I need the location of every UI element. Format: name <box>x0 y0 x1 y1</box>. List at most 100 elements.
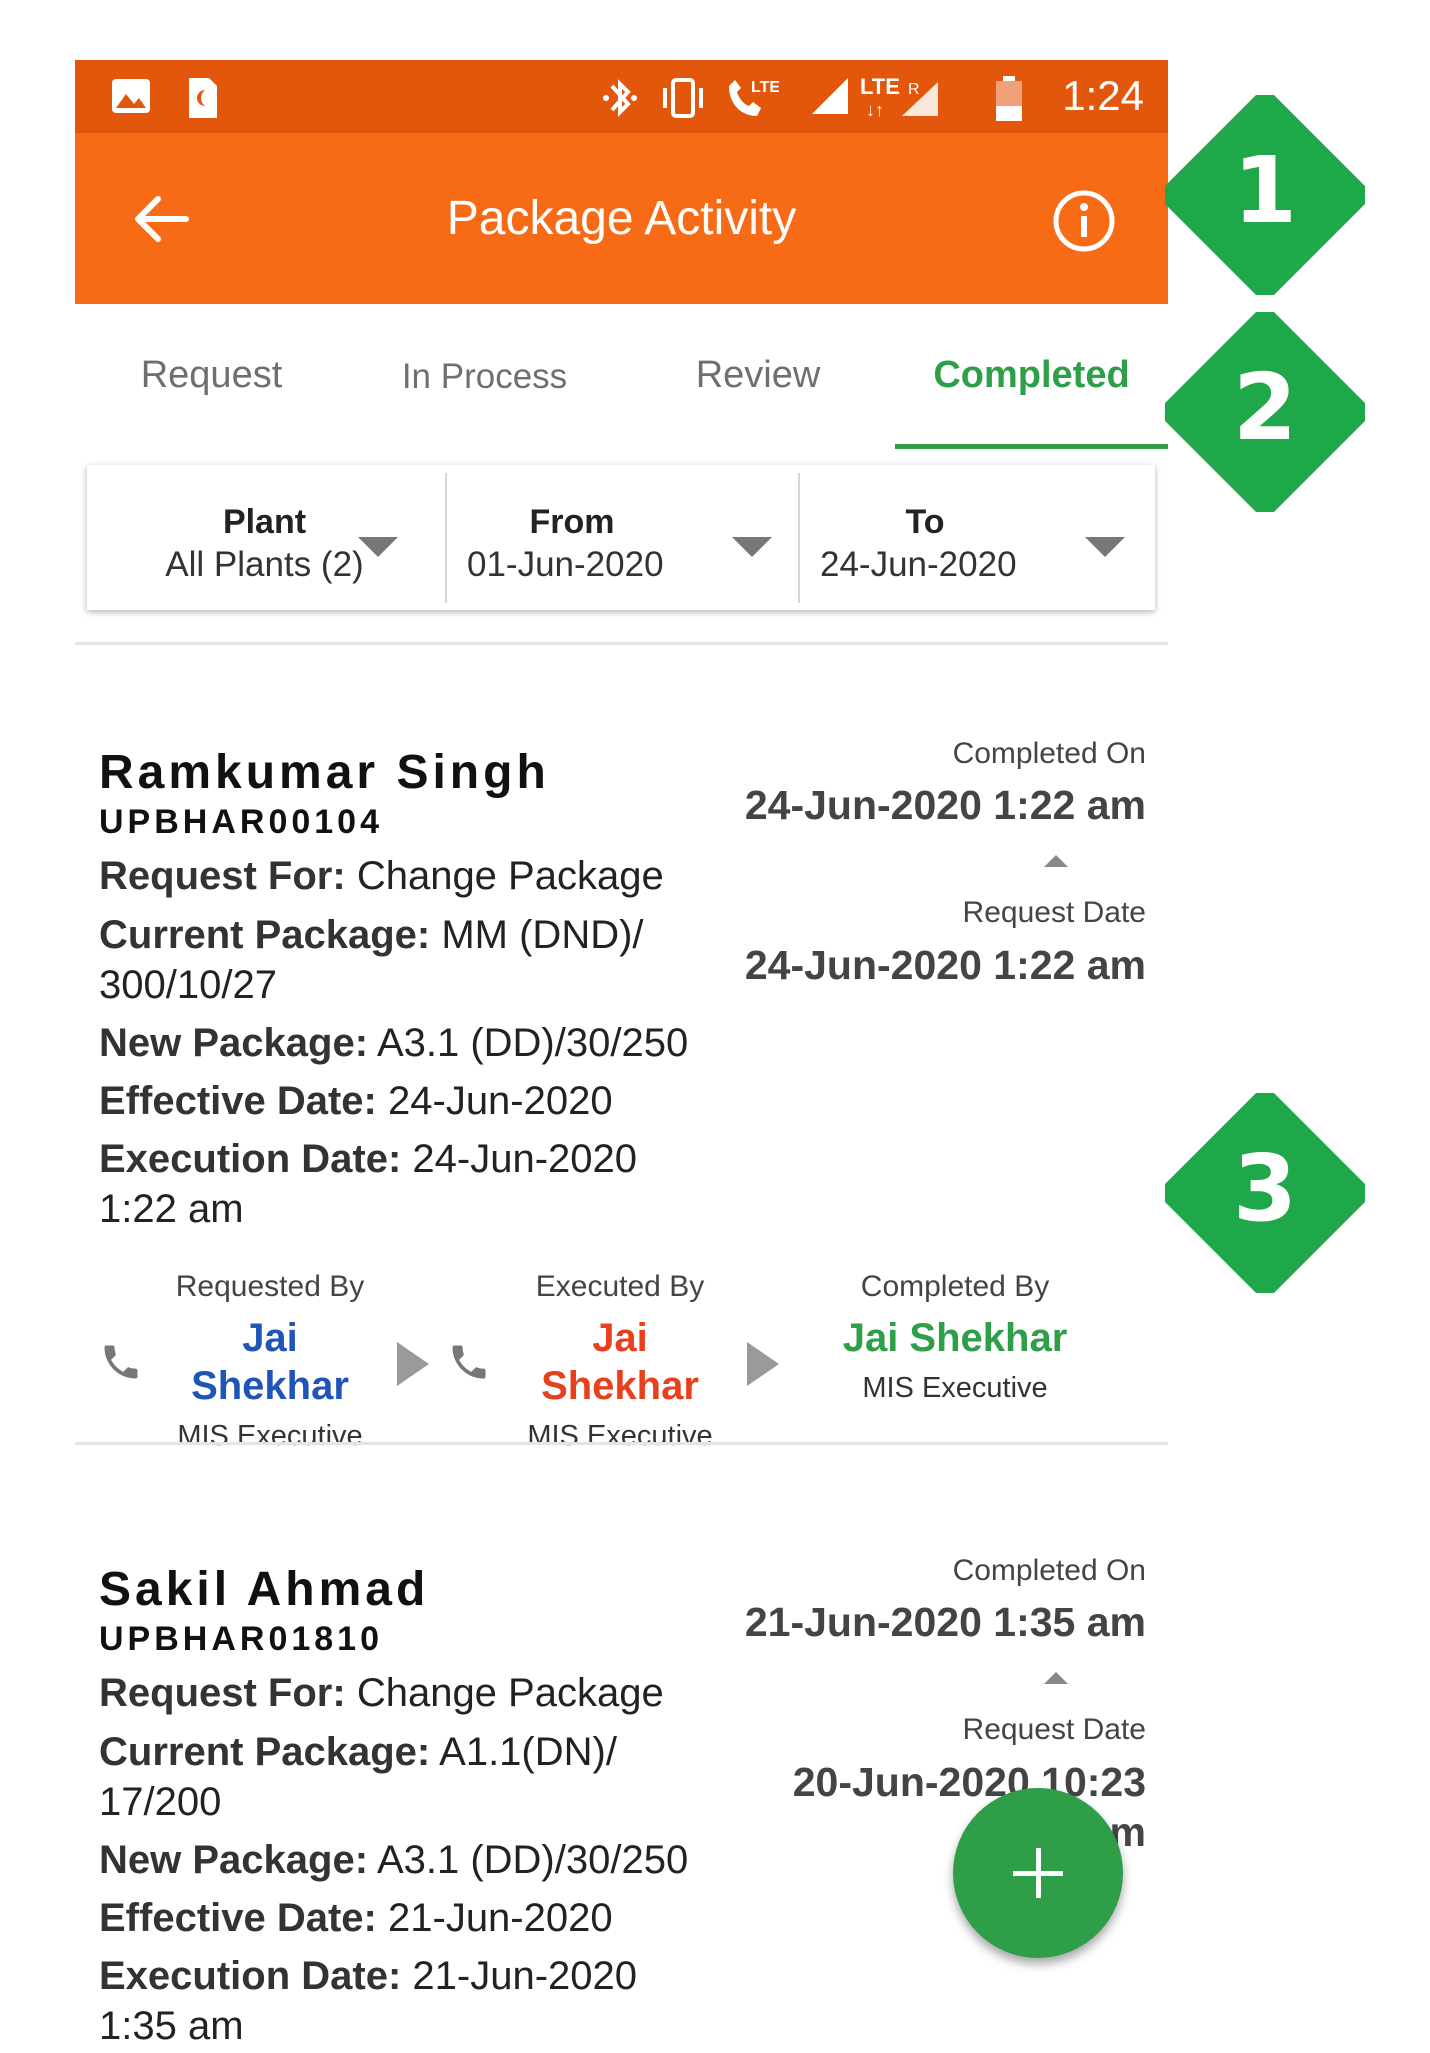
current-package-field: Current Package: MM (DND)/ 300/10/27 <box>99 910 699 1010</box>
chevron-down-icon <box>358 537 398 557</box>
wifi-call-icon: LTE <box>729 79 779 116</box>
new-package-field: New Package: A3.1 (DD)/30/250 <box>99 1835 749 1885</box>
new-package-field: New Package: A3.1 (DD)/30/250 <box>99 1018 749 1068</box>
executed-by: Executed By Jai Shekhar MIS Executive <box>510 1270 730 1453</box>
signal-lte-icon: LTE ↓↑ R <box>860 76 938 120</box>
field-value: A3.1 (DD)/30/250 <box>376 1021 689 1065</box>
battery-icon <box>996 76 1022 121</box>
callout-number: 2 <box>1232 354 1297 461</box>
customer-name: Ramkumar Singh <box>99 746 550 799</box>
field-label: New Package: <box>99 1021 369 1065</box>
svg-text:LTE: LTE <box>860 76 900 99</box>
play-arrow-icon <box>397 1342 429 1386</box>
tab-review[interactable]: Review <box>621 354 895 397</box>
from-date-filter[interactable]: From 01-Jun-2020 <box>447 465 797 610</box>
callout-marker-1: 1 <box>1161 91 1369 299</box>
to-filter-value: 24-Jun-2020 <box>820 545 1017 584</box>
phone-icon[interactable] <box>447 1340 491 1384</box>
completed-on-value: 21-Jun-2020 1:35 am <box>744 1599 1146 1645</box>
phone-screen: LTE LTE ↓↑ R 1:24 Package Activity Reque… <box>75 60 1168 2053</box>
field-label: New Package: <box>99 1838 369 1882</box>
completed-by-name[interactable]: Jai Shekhar <box>835 1314 1075 1362</box>
field-label: Current Package: <box>99 913 431 957</box>
plant-filter[interactable]: Plant All Plants (2) <box>87 465 442 610</box>
field-label: Execution Date: <box>99 1137 402 1181</box>
to-filter-label: To <box>905 503 945 541</box>
chevron-down-icon <box>732 537 772 557</box>
request-date-label: Request Date <box>962 1713 1146 1746</box>
executed-by-label: Executed By <box>535 1270 705 1303</box>
divider <box>75 1442 1168 1445</box>
from-filter-label: From <box>529 503 615 541</box>
info-icon[interactable] <box>1052 189 1116 253</box>
app-toolbar: Package Activity <box>75 133 1168 304</box>
tab-bar: Request In Process Review Completed <box>75 304 1168 449</box>
field-label: Effective Date: <box>99 1079 377 1123</box>
field-label: Request For: <box>99 854 346 898</box>
from-filter-value: 01-Jun-2020 <box>467 545 664 584</box>
requested-by-role: MIS Executive <box>177 1420 363 1452</box>
sim-icon <box>189 78 217 118</box>
field-value: 24-Jun-2020 <box>388 1079 613 1123</box>
filter-bar: Plant All Plants (2) From 01-Jun-2020 To… <box>87 465 1155 610</box>
to-date-filter[interactable]: To 24-Jun-2020 <box>800 465 1155 610</box>
callout-marker-3: 3 <box>1161 1089 1369 1297</box>
completed-by: Completed By Jai Shekhar MIS Executive <box>835 1270 1075 1405</box>
tab-completed[interactable]: Completed <box>895 354 1168 397</box>
executed-by-name[interactable]: Jai Shekhar <box>510 1314 730 1410</box>
customer-code: UPBHAR00104 <box>99 803 383 841</box>
completed-on-value: 24-Jun-2020 1:22 am <box>744 782 1146 828</box>
svg-text:↓↑: ↓↑ <box>866 100 884 120</box>
caret-up-icon <box>1044 1672 1068 1684</box>
bluetooth-icon <box>603 79 637 117</box>
completed-by-label: Completed By <box>860 1270 1050 1303</box>
tab-request[interactable]: Request <box>75 354 348 397</box>
completed-on-label: Completed On <box>952 737 1146 770</box>
current-package-field: Current Package: A1.1(DN)/ 17/200 <box>99 1727 659 1827</box>
image-icon <box>112 79 150 113</box>
requested-by-name[interactable]: Jai Shekhar <box>160 1314 380 1410</box>
activity-card[interactable]: Ramkumar Singh UPBHAR00104 Request For: … <box>75 645 1168 1502</box>
tab-in-process[interactable]: In Process <box>348 357 621 397</box>
request-for-field: Request For: Change Package <box>99 1668 749 1718</box>
active-tab-indicator <box>895 444 1168 449</box>
status-bar: LTE LTE ↓↑ R 1:24 <box>75 60 1168 133</box>
page-title: Package Activity <box>446 192 797 245</box>
play-arrow-icon <box>747 1342 779 1386</box>
request-date-value: 24-Jun-2020 1:22 am <box>744 942 1146 988</box>
customer-name: Sakil Ahmad <box>99 1563 430 1616</box>
field-label: Execution Date: <box>99 1954 402 1998</box>
signal-icon <box>812 78 848 114</box>
svg-text:R: R <box>908 81 920 98</box>
request-for-field: Request For: Change Package <box>99 851 749 901</box>
field-label: Effective Date: <box>99 1896 377 1940</box>
plus-icon <box>1036 1848 1041 1898</box>
execution-date-field: Execution Date: 24-Jun-2020 1:22 am <box>99 1134 699 1234</box>
request-date-label: Request Date <box>962 896 1146 929</box>
field-value: Change Package <box>356 854 664 898</box>
callout-number: 3 <box>1232 1135 1297 1242</box>
requested-by-label: Requested By <box>175 1270 365 1303</box>
status-time: 1:24 <box>1062 72 1144 119</box>
effective-date-field: Effective Date: 24-Jun-2020 <box>99 1076 749 1126</box>
svg-text:LTE: LTE <box>751 79 779 96</box>
requested-by: Requested By Jai Shekhar MIS Executive <box>160 1270 380 1453</box>
field-label: Request For: <box>99 1671 346 1715</box>
phone-icon[interactable] <box>99 1340 143 1384</box>
effective-date-field: Effective Date: 21-Jun-2020 <box>99 1893 749 1943</box>
vibrate-icon <box>663 78 703 118</box>
chevron-down-icon <box>1085 537 1125 557</box>
customer-code: UPBHAR01810 <box>99 1620 383 1658</box>
completed-on-label: Completed On <box>952 1554 1146 1587</box>
activity-card[interactable]: Sakil Ahmad UPBHAR01810 Request For: Cha… <box>75 1462 1168 2053</box>
execution-date-field: Execution Date: 21-Jun-2020 1:35 am <box>99 1951 699 2051</box>
field-value: Change Package <box>356 1671 664 1715</box>
completed-by-role: MIS Executive <box>862 1372 1048 1404</box>
callout-marker-2: 2 <box>1161 308 1369 516</box>
field-value: 21-Jun-2020 <box>388 1896 613 1940</box>
field-label: Current Package: <box>99 1730 431 1774</box>
callout-number: 1 <box>1232 137 1297 244</box>
field-value: A3.1 (DD)/30/250 <box>376 1838 689 1882</box>
add-button[interactable] <box>953 1788 1123 1958</box>
executed-by-role: MIS Executive <box>527 1420 713 1452</box>
